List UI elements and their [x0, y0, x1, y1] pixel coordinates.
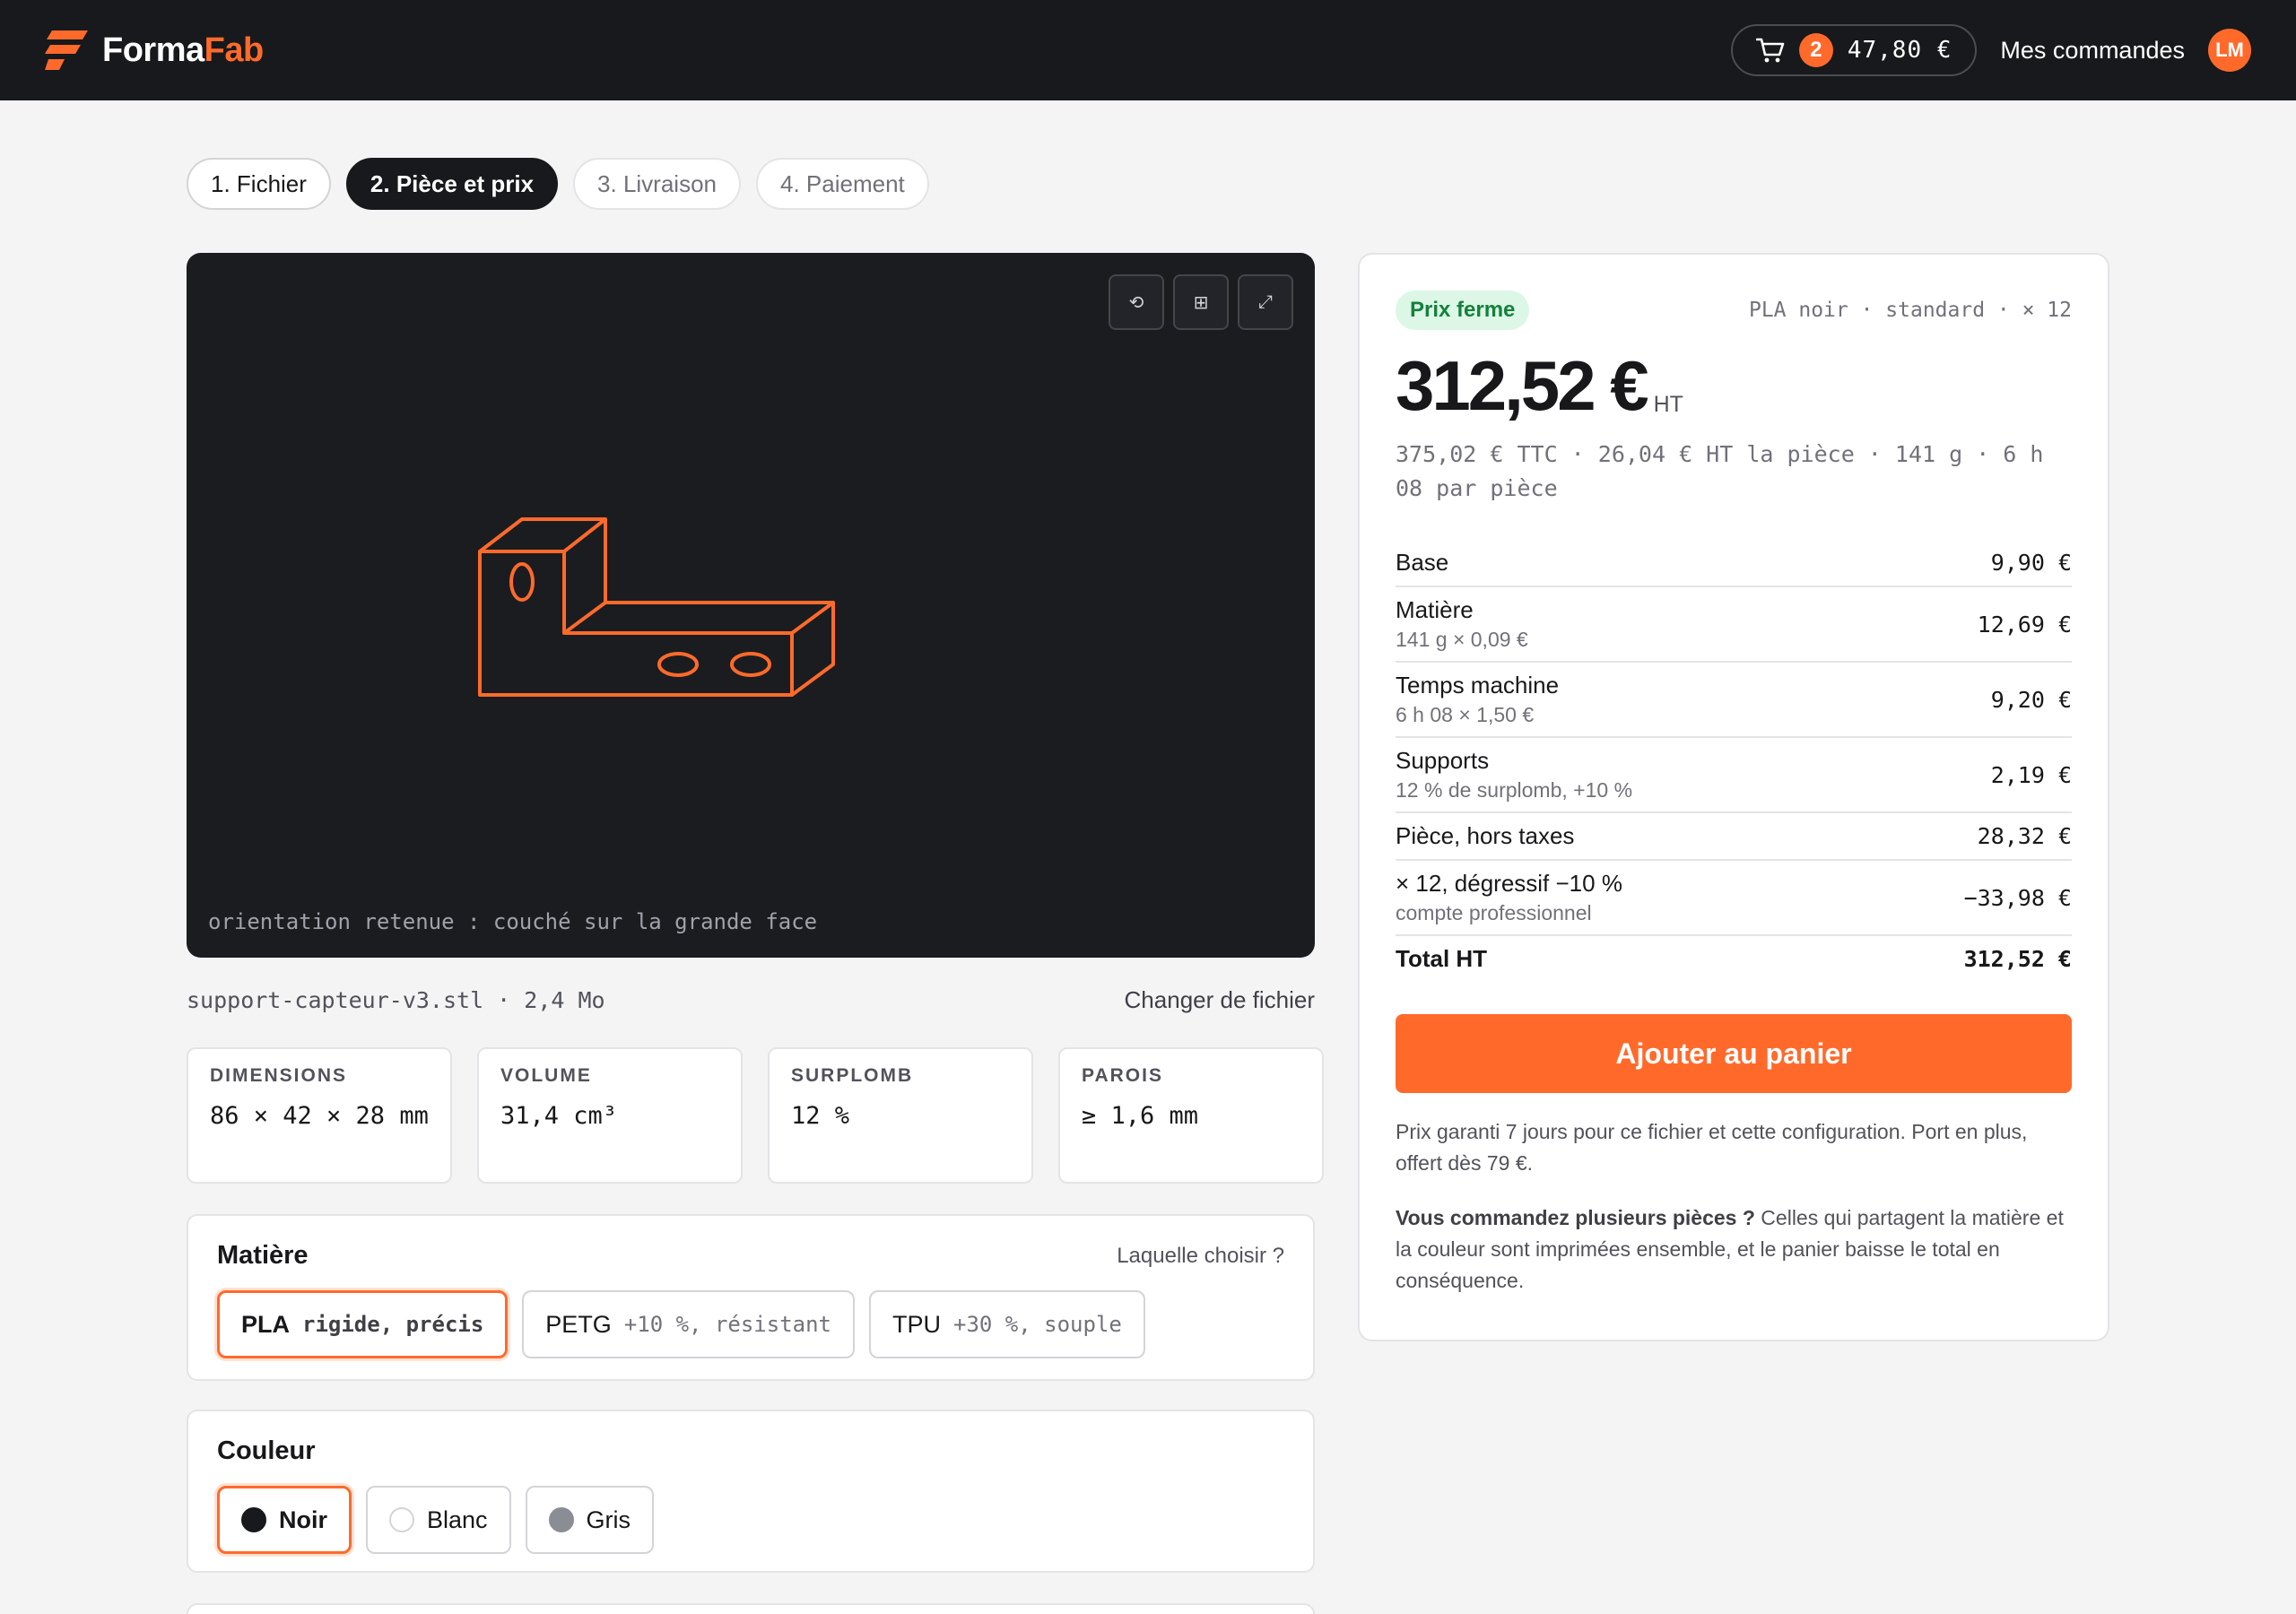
step-delivery[interactable]: 3. Livraison — [573, 158, 741, 210]
brand-logo[interactable]: FormaFab — [45, 29, 264, 72]
option-sub: +10 %, résistant — [623, 1312, 831, 1337]
row-label: × 12, dégressif −10 % — [1396, 870, 1622, 897]
row-sub: 6 h 08 × 1,50 € — [1396, 703, 1535, 726]
white-swatch-icon — [389, 1507, 414, 1532]
color-card: Couleur Noir Blanc Gris — [187, 1410, 1315, 1573]
stat-label: VOLUME — [500, 1065, 592, 1086]
row-value: 9,90 € — [1990, 550, 2072, 576]
breakdown-row: × 12, dégressif −10 % compte professionn… — [1396, 861, 2072, 936]
option-name: PETG — [545, 1310, 612, 1338]
firm-price-badge: Prix ferme — [1396, 291, 1530, 330]
total-price: 312,52 € HT — [1396, 350, 2072, 421]
stat-label: DIMENSIONS — [210, 1065, 348, 1086]
stat-volume: VOLUME 31,4 cm³ — [477, 1047, 743, 1184]
step-file[interactable]: 1. Fichier — [187, 158, 331, 210]
row-value: 28,32 € — [1977, 823, 2072, 849]
breakdown-row: Pièce, hors taxes 28,32 € — [1396, 813, 2072, 861]
file-name: support-capteur-v3.stl · 2,4 Mo — [187, 987, 605, 1013]
breakdown-row: Matière 141 g × 0,09 € 12,69 € — [1396, 587, 2072, 663]
material-card: Matière Laquelle choisir ? PLA rigide, p… — [187, 1214, 1315, 1381]
row-label: Supports — [1396, 747, 1490, 774]
breakdown-total-row: Total HT 312,52 € — [1396, 936, 2072, 982]
step-part-price[interactable]: 2. Pièce et prix — [345, 158, 559, 210]
cart-total: 47,80 € — [1847, 37, 1952, 64]
stat-value: 86 × 42 × 28 mm — [210, 1102, 429, 1130]
stat-value: 12 % — [791, 1102, 850, 1130]
option-sub: +30 %, souple — [953, 1312, 1122, 1337]
multi-part-note-bold: Vous commandez plusieurs pièces ? — [1396, 1206, 1755, 1229]
price-guarantee-note: Prix garanti 7 jours pour ce fichier et … — [1396, 1120, 2028, 1175]
breakdown-row: Base 9,90 € — [1396, 540, 2072, 587]
material-option-tpu[interactable]: TPU +30 %, souple — [869, 1290, 1145, 1358]
price-detail: 375,02 € TTC · 26,04 € HT la pièce · 141… — [1396, 441, 2044, 501]
row-value: 12,69 € — [1977, 611, 2072, 638]
cart-icon — [1755, 38, 1785, 63]
option-name: Noir — [279, 1506, 327, 1533]
row-value: 312,52 € — [1963, 946, 2072, 972]
stat-label: PAROIS — [1082, 1065, 1163, 1086]
material-option-pla[interactable]: PLA rigide, précis — [217, 1290, 509, 1358]
price-suffix: HT — [1653, 392, 1683, 417]
avatar[interactable]: LM — [2208, 29, 2251, 72]
config-summary: PLA noir · standard · × 12 — [1748, 299, 2072, 322]
orders-link[interactable]: Mes commandes — [2000, 37, 2185, 65]
stat-dimensions: DIMENSIONS 86 × 42 × 28 mm — [187, 1047, 452, 1184]
row-label: Pièce, hors taxes — [1396, 822, 1575, 849]
breakdown-row: Supports 12 % de surplomb, +10 % 2,19 € — [1396, 738, 2072, 813]
part-wireframe — [478, 517, 835, 697]
row-sub: 12 % de surplomb, +10 % — [1396, 778, 1633, 802]
top-bar: FormaFab 2 47,80 € Mes commandes LM — [0, 0, 2296, 100]
row-label: Base — [1396, 549, 1449, 576]
row-label: Total HT — [1396, 945, 1488, 972]
row-value: 2,19 € — [1990, 761, 2072, 788]
row-value: 9,20 € — [1990, 686, 2072, 713]
option-name: Gris — [586, 1506, 631, 1533]
color-option-white[interactable]: Blanc — [366, 1486, 511, 1554]
row-sub: compte professionnel — [1396, 901, 1592, 924]
price-amount: 312,52 € — [1396, 346, 1649, 425]
part-stats: DIMENSIONS 86 × 42 × 28 mm VOLUME 31,4 c… — [187, 1047, 1324, 1184]
black-swatch-icon — [241, 1507, 266, 1532]
price-panel: Prix ferme PLA noir · standard · × 12 31… — [1358, 253, 2109, 1341]
stat-value: 31,4 cm³ — [500, 1102, 618, 1130]
option-name: Blanc — [427, 1506, 488, 1533]
option-name: TPU — [892, 1310, 941, 1338]
row-label: Matière — [1396, 596, 1474, 623]
change-file-link[interactable]: Changer de fichier — [1125, 986, 1315, 1014]
breakdown-row: Temps machine 6 h 08 × 1,50 € 9,20 € — [1396, 663, 2072, 738]
option-sub: rigide, précis — [302, 1312, 484, 1337]
color-option-grey[interactable]: Gris — [525, 1486, 655, 1554]
material-help-link[interactable]: Laquelle choisir ? — [1117, 1244, 1284, 1269]
formafab-logo-icon — [45, 30, 88, 70]
row-sub: 141 g × 0,09 € — [1396, 628, 1528, 651]
step-payment[interactable]: 4. Paiement — [756, 158, 929, 210]
color-title: Couleur — [217, 1436, 316, 1465]
grey-swatch-icon — [548, 1507, 574, 1532]
stat-label: SURPLOMB — [791, 1065, 914, 1086]
cart-count-badge: 2 — [1798, 33, 1833, 67]
model-viewer[interactable]: ⟲ ⊞ ⤢ orientation retenue : couché sur l… — [187, 253, 1315, 958]
rotate-icon[interactable]: ⟲ — [1109, 274, 1164, 330]
row-label: Temps machine — [1396, 672, 1560, 699]
brand-name: FormaFab — [102, 30, 264, 69]
price-breakdown: Base 9,90 € Matière 141 g × 0,09 € 12,69… — [1396, 540, 2072, 982]
stat-overhang: SURPLOMB 12 % — [768, 1047, 1033, 1184]
row-value: −33,98 € — [1963, 884, 2072, 911]
orientation-caption: orientation retenue : couché sur la gran… — [208, 909, 818, 934]
next-card — [187, 1603, 1315, 1614]
add-to-cart-button[interactable]: Ajouter au panier — [1396, 1014, 2072, 1093]
checkout-steps: 1. Fichier 2. Pièce et prix 3. Livraison… — [187, 158, 929, 210]
color-option-black[interactable]: Noir — [217, 1486, 352, 1554]
stat-value: ≥ 1,6 mm — [1082, 1102, 1199, 1130]
material-option-petg[interactable]: PETG +10 %, résistant — [522, 1290, 855, 1358]
stat-walls: PAROIS ≥ 1,6 mm — [1058, 1047, 1324, 1184]
expand-icon[interactable]: ⤢ — [1238, 274, 1293, 330]
option-name: PLA — [241, 1310, 290, 1338]
file-info: support-capteur-v3.stl · 2,4 Mo Changer … — [187, 986, 1315, 1014]
multi-part-note: Vous commandez plusieurs pièces ? Celles… — [1396, 1202, 2072, 1297]
grid-icon[interactable]: ⊞ — [1173, 274, 1229, 330]
material-title: Matière — [217, 1241, 309, 1270]
cart-button[interactable]: 2 47,80 € — [1730, 24, 1978, 76]
